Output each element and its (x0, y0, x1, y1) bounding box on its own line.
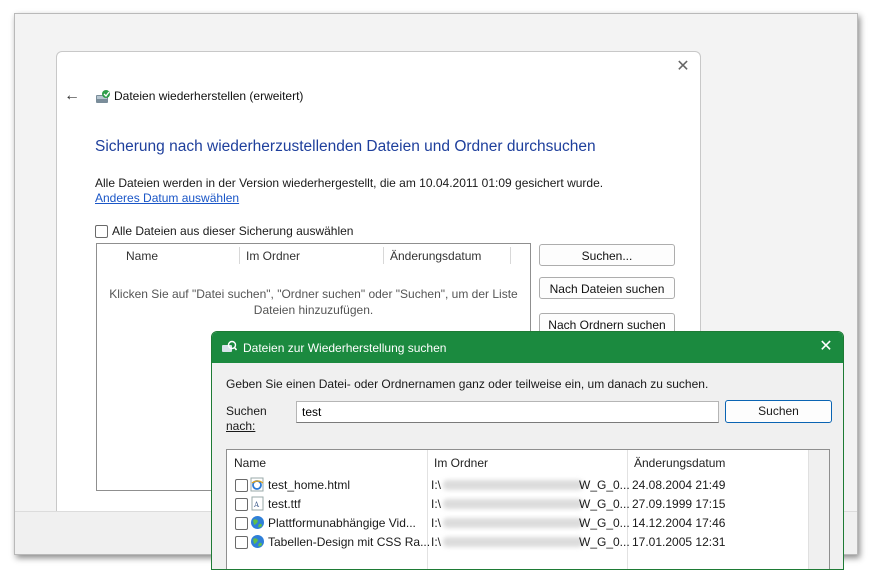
svg-text:A: A (253, 501, 260, 509)
search-button[interactable]: Suchen... (539, 244, 675, 266)
backup-restore-icon (96, 90, 110, 103)
column-date[interactable]: Änderungsdatum (634, 456, 725, 470)
folder-path: I:\ (431, 497, 442, 511)
row-checkbox[interactable] (235, 517, 248, 530)
column-date[interactable]: Änderungsdatum (390, 249, 481, 263)
blurred-path (443, 499, 583, 509)
folder-path-end: W_G_0... (579, 535, 630, 549)
table-row[interactable]: test_home.html I:\ W_G_0... 24.08.2004 2… (227, 475, 829, 494)
dialog-search-button[interactable]: Suchen (725, 400, 832, 423)
back-arrow-icon[interactable]: ← (64, 87, 82, 105)
dialog-title: Dateien zur Wiederherstellung suchen (243, 341, 447, 355)
folder-path: I:\ (431, 516, 442, 530)
search-input[interactable] (296, 401, 719, 423)
blurred-path (443, 480, 583, 490)
globe-icon (251, 535, 264, 548)
list-header: Name Im Ordner Änderungsdatum (97, 244, 530, 266)
column-divider (239, 247, 240, 264)
page-heading: Sicherung nach wiederherzustellenden Dat… (95, 138, 596, 155)
ie-html-icon (250, 477, 264, 492)
file-name: Tabellen-Design mit CSS Ra... (268, 535, 431, 549)
modified-date: 24.08.2004 21:49 (632, 478, 726, 492)
search-label-line: nach: (226, 419, 256, 433)
table-row[interactable]: Tabellen-Design mit CSS Ra... I:\ W_G_0.… (227, 532, 829, 551)
wizard-title: Dateien wiederherstellen (erweitert) (114, 89, 304, 103)
globe-icon (251, 516, 264, 529)
close-icon[interactable]: ✕ (817, 338, 835, 356)
column-name[interactable]: Name (234, 456, 266, 470)
search-for-label: Suchen nach: (226, 404, 267, 434)
column-folder[interactable]: Im Ordner (434, 456, 488, 470)
modified-date: 27.09.1999 17:15 (632, 497, 726, 511)
search-button-label: Suchen... (581, 249, 633, 263)
font-file-icon: A (251, 496, 264, 511)
file-name: test_home.html (268, 478, 351, 492)
search-label-line: Suchen (226, 404, 267, 418)
folder-path-end: W_G_0... (579, 516, 630, 530)
dialog-instruction: Geben Sie einen Datei- oder Ordnernamen … (226, 377, 709, 391)
select-all-row[interactable]: Alle Dateien aus dieser Sicherung auswäh… (95, 224, 353, 238)
column-divider (383, 247, 384, 264)
blurred-path (443, 537, 583, 547)
modified-date: 17.01.2005 12:31 (632, 535, 726, 549)
file-name: Plattformunabhängige Vid... (268, 516, 416, 530)
row-checkbox[interactable] (235, 498, 248, 511)
folder-path: I:\ (431, 478, 442, 492)
folder-path-end: W_G_0... (579, 497, 630, 511)
column-folder[interactable]: Im Ordner (246, 249, 300, 263)
select-all-checkbox[interactable] (95, 224, 108, 238)
search-results-list[interactable]: Name Im Ordner Änderungsdatum test_home.… (226, 449, 830, 569)
change-date-link[interactable]: Anderes Datum auswählen (95, 191, 239, 205)
folder-path-end: W_G_0... (579, 478, 630, 492)
row-checkbox[interactable] (235, 479, 248, 492)
backup-date-info: Alle Dateien werden in der Version wiede… (95, 176, 604, 190)
table-row[interactable]: A test.ttf I:\ W_G_0... 27.09.1999 17:15 (227, 494, 829, 513)
folder-path: I:\ (431, 535, 442, 549)
empty-list-hint: Klicken Sie auf "Datei suchen", "Ordner … (107, 286, 520, 318)
select-all-label: Alle Dateien aus dieser Sicherung auswäh… (112, 224, 354, 238)
results-header: Name Im Ordner Änderungsdatum (227, 450, 829, 472)
blurred-path (443, 518, 583, 528)
vertical-scrollbar[interactable] (808, 450, 829, 569)
file-name: test.ttf (268, 497, 301, 511)
modified-date: 14.12.2004 17:46 (632, 516, 726, 530)
column-divider (510, 247, 511, 264)
empty-hint-line: Dateien hinzuzufügen. (253, 303, 374, 317)
column-name[interactable]: Name (126, 249, 158, 263)
close-icon[interactable]: ✕ (674, 58, 692, 76)
row-checkbox[interactable] (235, 536, 248, 549)
empty-hint-line: Klicken Sie auf "Datei suchen", "Ordner … (109, 287, 518, 301)
search-restore-icon (222, 340, 237, 352)
search-dialog: Dateien zur Wiederherstellung suchen ✕ G… (211, 331, 844, 570)
dialog-titlebar[interactable]: Dateien zur Wiederherstellung suchen ✕ (212, 332, 843, 363)
table-row[interactable]: Plattformunabhängige Vid... I:\ W_G_0...… (227, 513, 829, 532)
search-files-button[interactable]: Nach Dateien suchen (539, 277, 675, 299)
